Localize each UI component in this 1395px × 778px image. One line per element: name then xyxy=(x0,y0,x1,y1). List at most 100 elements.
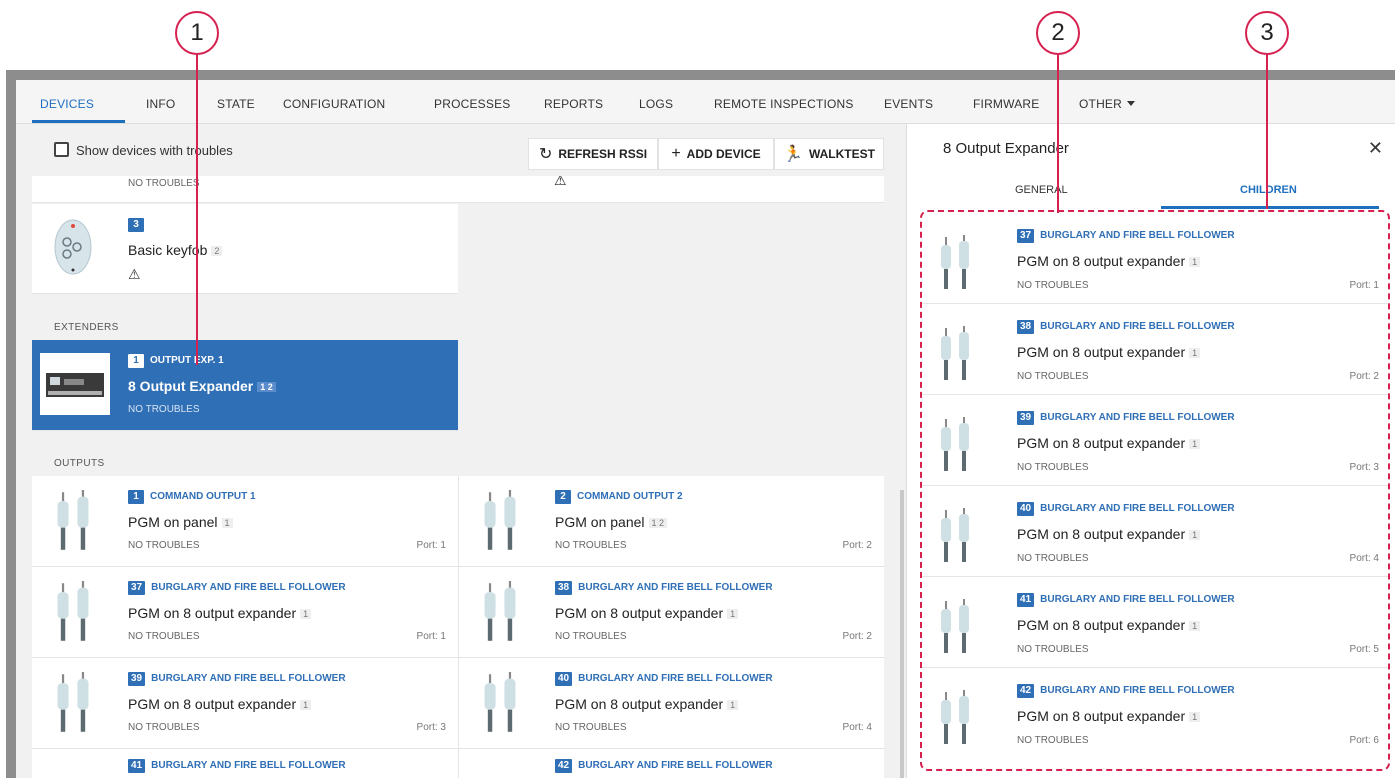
device-type-text: BURGLARY AND FIRE BELL FOLLOWER xyxy=(151,582,346,593)
device-name: PGM on 8 output expander 1 xyxy=(1017,708,1201,724)
device-type: 39 BURGLARY AND FIRE BELL FOLLOWER xyxy=(1017,411,1235,425)
device-id-badge: 39 xyxy=(128,672,146,686)
device-type-text: BURGLARY AND FIRE BELL FOLLOWER xyxy=(1040,685,1235,696)
device-status: NO TROUBLES xyxy=(1017,371,1089,382)
tab-logs[interactable]: LOGS xyxy=(639,80,673,124)
tab-remote-inspections[interactable]: REMOTE INSPECTIONS xyxy=(714,80,854,124)
device-port: Port: 2 xyxy=(842,540,872,551)
app-window: DEVICES INFO STATE CONFIGURATION PROCESS… xyxy=(16,80,1395,778)
device-name: PGM on 8 output expander 1 xyxy=(555,696,739,712)
device-type: 2 COMMAND OUTPUT 2 xyxy=(555,490,683,504)
device-type: 1 COMMAND OUTPUT 1 xyxy=(128,490,256,504)
device-name-text: PGM on 8 output expander xyxy=(128,696,297,712)
child-output-card[interactable]: 37 BURGLARY AND FIRE BELL FOLLOWER PGM on… xyxy=(921,213,1389,304)
output-card[interactable]: 1 COMMAND OUTPUT 1 PGM on panel 1 NO TROUB… xyxy=(32,476,458,567)
show-troubles-label: Show devices with troubles xyxy=(76,143,233,158)
device-status: NO TROUBLES xyxy=(128,404,200,415)
walktest-button[interactable]: 🏃 WALKTEST xyxy=(774,138,884,170)
child-output-card[interactable]: 39 BURGLARY AND FIRE BELL FOLLOWER PGM on… xyxy=(921,395,1389,486)
device-name-text: PGM on 8 output expander xyxy=(1017,344,1186,360)
warning-icon: ⚠ xyxy=(554,176,567,188)
pgm-output-image xyxy=(941,235,969,289)
partition-badge: 1 xyxy=(1189,257,1201,267)
device-type-text: BURGLARY AND FIRE BELL FOLLOWER xyxy=(1040,321,1235,332)
device-type: 38 BURGLARY AND FIRE BELL FOLLOWER xyxy=(1017,320,1235,334)
device-name-text: PGM on panel xyxy=(128,514,218,530)
extenders-section-label: EXTENDERS xyxy=(54,322,119,333)
device-id-badge: 42 xyxy=(555,759,573,773)
device-port: Port: 1 xyxy=(416,540,446,551)
device-id-badge: 38 xyxy=(555,581,573,595)
callout-1-line xyxy=(196,55,198,365)
callout-3-line xyxy=(1266,55,1268,209)
device-port: Port: 1 xyxy=(1349,280,1379,291)
tab-reports[interactable]: REPORTS xyxy=(544,80,603,124)
list-scrollbar[interactable] xyxy=(900,490,904,778)
device-name-text: PGM on 8 output expander xyxy=(1017,526,1186,542)
device-status: NO TROUBLES xyxy=(555,722,627,733)
device-status: NO TROUBLES xyxy=(1017,553,1089,564)
tab-children[interactable]: CHILDREN xyxy=(1240,184,1297,196)
output-card[interactable]: 2 COMMAND OUTPUT 2 PGM on panel 1 2 NO TRO… xyxy=(458,476,884,567)
device-name-text: PGM on 8 output expander xyxy=(1017,617,1186,633)
partition-badge: 1 2 xyxy=(648,518,668,528)
device-card-extender[interactable]: 1 OUTPUT EXP. 1 8 Output Expander 1 2 NO T… xyxy=(32,340,458,431)
panel-title: 8 Output Expander xyxy=(943,140,1069,157)
device-card-partial-left[interactable]: NO TROUBLES xyxy=(32,176,458,203)
pgm-output-image xyxy=(484,581,516,641)
device-id-badge: 1 xyxy=(128,354,144,368)
tab-events[interactable]: EVENTS xyxy=(884,80,933,124)
show-troubles-checkbox[interactable] xyxy=(54,142,69,157)
device-id-badge: 2 xyxy=(555,490,571,504)
device-name: Basic keyfob 2 xyxy=(128,242,223,258)
device-type: 37 BURGLARY AND FIRE BELL FOLLOWER xyxy=(128,581,346,595)
pgm-output-image xyxy=(57,490,89,550)
device-status: NO TROUBLES xyxy=(128,540,200,551)
child-output-card[interactable]: 42 BURGLARY AND FIRE BELL FOLLOWER PGM on… xyxy=(921,668,1389,759)
device-type: 37 BURGLARY AND FIRE BELL FOLLOWER xyxy=(1017,229,1235,243)
output-card[interactable]: 38 BURGLARY AND FIRE BELL FOLLOWER PGM on… xyxy=(458,567,884,658)
top-nav: DEVICES INFO STATE CONFIGURATION PROCESS… xyxy=(16,80,1395,124)
tab-general[interactable]: GENERAL xyxy=(1015,184,1068,196)
device-name-text: PGM on 8 output expander xyxy=(555,696,724,712)
device-name-text: PGM on 8 output expander xyxy=(1017,435,1186,451)
output-card[interactable]: 40 BURGLARY AND FIRE BELL FOLLOWER PGM on… xyxy=(458,658,884,749)
tab-devices[interactable]: DEVICES xyxy=(40,80,94,124)
pgm-output-image xyxy=(484,672,516,732)
device-type-text: BURGLARY AND FIRE BELL FOLLOWER xyxy=(1040,412,1235,423)
walk-icon: 🏃 xyxy=(783,146,803,163)
device-card-keyfob[interactable]: 3 Basic keyfob 2 ⚠ xyxy=(32,204,458,294)
output-card[interactable]: 41 BURGLARY AND FIRE BELL FOLLOWER xyxy=(32,749,458,778)
child-output-card[interactable]: 40 BURGLARY AND FIRE BELL FOLLOWER PGM on… xyxy=(921,486,1389,577)
tab-processes[interactable]: PROCESSES xyxy=(434,80,511,124)
add-device-button[interactable]: + ADD DEVICE xyxy=(658,138,774,170)
tab-info[interactable]: INFO xyxy=(146,80,175,124)
refresh-icon: ↻ xyxy=(538,146,553,163)
tab-other[interactable]: OTHER xyxy=(1079,80,1135,124)
active-tab-indicator xyxy=(32,120,125,123)
output-card[interactable]: 42 BURGLARY AND FIRE BELL FOLLOWER xyxy=(458,749,884,778)
device-id-badge: 40 xyxy=(1017,502,1035,516)
device-card-partial-right[interactable]: ⚠ xyxy=(458,176,884,203)
partition-badge: 1 xyxy=(221,518,233,528)
device-status: NO TROUBLES xyxy=(555,631,627,642)
tab-state[interactable]: STATE xyxy=(217,80,255,124)
child-output-card[interactable]: 41 BURGLARY AND FIRE BELL FOLLOWER PGM on… xyxy=(921,577,1389,668)
refresh-rssi-button[interactable]: ↻ REFRESH RSSI xyxy=(528,138,658,170)
device-type-text: BURGLARY AND FIRE BELL FOLLOWER xyxy=(1040,230,1235,241)
device-name-text: PGM on panel xyxy=(555,514,645,530)
plus-icon: + xyxy=(671,145,681,162)
device-port: Port: 3 xyxy=(416,722,446,733)
child-output-card[interactable]: 38 BURGLARY AND FIRE BELL FOLLOWER PGM on… xyxy=(921,304,1389,395)
close-icon[interactable]: ✕ xyxy=(1368,138,1383,159)
device-name: PGM on panel 1 xyxy=(128,514,233,530)
output-card[interactable]: 37 BURGLARY AND FIRE BELL FOLLOWER PGM on… xyxy=(32,567,458,658)
tab-firmware[interactable]: FIRMWARE xyxy=(973,80,1039,124)
device-type-text: BURGLARY AND FIRE BELL FOLLOWER xyxy=(1040,594,1235,605)
keyfob-image xyxy=(54,219,92,275)
partition-badge: 1 xyxy=(727,700,739,710)
device-name: PGM on 8 output expander 1 xyxy=(128,696,312,712)
device-type: 40 BURGLARY AND FIRE BELL FOLLOWER xyxy=(555,672,773,686)
output-card[interactable]: 39 BURGLARY AND FIRE BELL FOLLOWER PGM on… xyxy=(32,658,458,749)
tab-configuration[interactable]: CONFIGURATION xyxy=(283,80,385,124)
